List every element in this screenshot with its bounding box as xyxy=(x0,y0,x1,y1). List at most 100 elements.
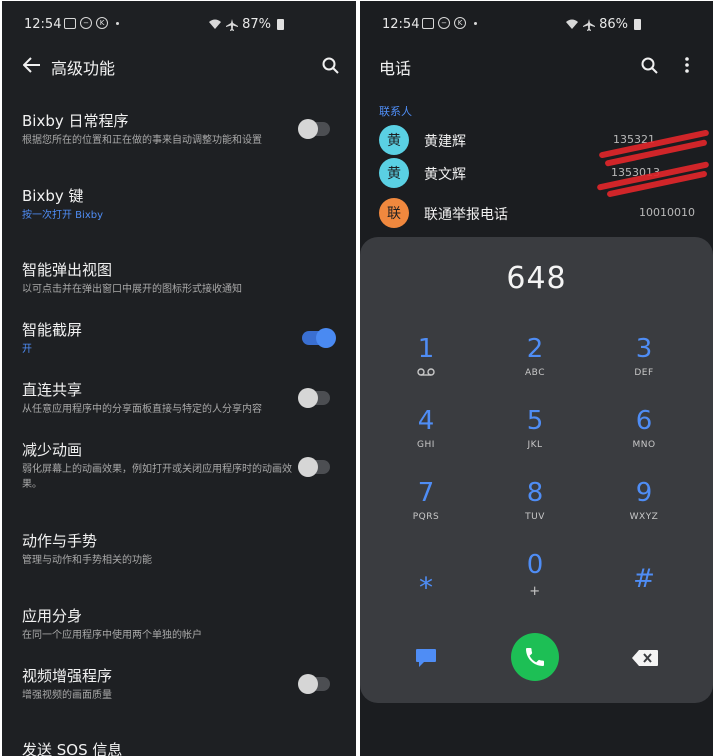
dial-key-0[interactable]: 0 + xyxy=(495,549,575,609)
search-icon[interactable] xyxy=(637,53,661,77)
phone-icon xyxy=(526,648,544,666)
smart-capture-toggle[interactable] xyxy=(302,328,336,348)
video-enhancer-toggle[interactable] xyxy=(298,674,330,694)
bixby-routines-toggle[interactable] xyxy=(298,119,330,139)
key-letters: JKL xyxy=(527,440,543,450)
key-digit: 1 xyxy=(417,334,435,364)
key-digit: 6 xyxy=(635,406,653,436)
setting-title: Bixby 日常程序 xyxy=(22,112,129,130)
contact-name: 黄文辉 xyxy=(424,167,466,183)
avatar: 黄 xyxy=(379,158,409,188)
dial-key-star[interactable]: ⁎ xyxy=(386,563,466,623)
key-letters: GHI xyxy=(417,440,435,450)
dialed-number[interactable]: 648 xyxy=(360,261,713,296)
back-arrow-icon[interactable] xyxy=(20,53,44,77)
dial-key-3[interactable]: 3 DEF xyxy=(604,333,684,393)
k-app-notification-icon: K xyxy=(96,17,108,29)
setting-direct-share[interactable]: 直连共享 从任意应用程序中的分享面板直接与特定的人分享内容 xyxy=(22,380,336,417)
setting-subtitle: 在同一个应用程序中使用两个单独的帐户 xyxy=(22,630,202,641)
contacts-section-label: 联系人 xyxy=(379,105,412,118)
search-icon[interactable] xyxy=(318,53,342,77)
setting-title: 应用分身 xyxy=(22,607,83,625)
setting-smart-pop-up-view[interactable]: 智能弹出视图 以可点击并在弹出窗口中展开的图标形式接收通知 xyxy=(22,260,336,297)
setting-motions-and-gestures[interactable]: 动作与手势 管理与动作和手势相关的功能 xyxy=(22,531,336,568)
status-bar: 12:54 − K 86% xyxy=(360,1,713,47)
dial-key-7[interactable]: 7 PQRS xyxy=(386,477,466,537)
setting-send-sos-messages[interactable]: 发送 SOS 信息 xyxy=(22,740,336,756)
gallery-notification-icon xyxy=(64,17,76,29)
direct-share-toggle[interactable] xyxy=(298,388,330,408)
status-bar: 12:54 − K 87% xyxy=(2,1,356,47)
page-title: 高级功能 xyxy=(51,59,116,78)
dial-key-hash[interactable]: # xyxy=(604,563,684,623)
setting-title: 智能弹出视图 xyxy=(22,261,113,279)
key-letters: WXYZ xyxy=(629,512,659,522)
setting-title: 发送 SOS 信息 xyxy=(22,741,123,756)
setting-subtitle: 开 xyxy=(22,344,32,355)
key-digit: 3 xyxy=(635,334,653,364)
avatar: 联 xyxy=(379,198,409,228)
key-digit: 8 xyxy=(526,478,544,508)
contact-number: 10010010 xyxy=(639,206,695,219)
dial-key-2[interactable]: 2 ABC xyxy=(495,333,575,393)
key-letters: MNO xyxy=(632,440,656,450)
k-app-notification-icon: K xyxy=(454,17,466,29)
dial-key-8[interactable]: 8 TUV xyxy=(495,477,575,537)
dial-key-1[interactable]: 1 xyxy=(386,333,466,393)
contact-item[interactable]: 联 联通举报电话 10010010 xyxy=(379,198,695,228)
dial-key-9[interactable]: 9 WXYZ xyxy=(604,477,684,537)
setting-title: Bixby 键 xyxy=(22,187,84,205)
setting-subtitle: 增强视频的画面质量 xyxy=(22,690,112,701)
wifi-icon xyxy=(566,19,579,29)
app-bar: 电话 xyxy=(360,47,713,83)
avatar: 黄 xyxy=(379,125,409,155)
setting-subtitle: 从任意应用程序中的分享面板直接与特定的人分享内容 xyxy=(22,404,262,415)
setting-smart-capture[interactable]: 智能截屏 开 xyxy=(22,320,336,357)
key-digit: 2 xyxy=(526,334,544,364)
key-digit: 7 xyxy=(417,478,435,508)
setting-title: 智能截屏 xyxy=(22,321,83,339)
call-button[interactable] xyxy=(511,633,559,681)
wifi-icon xyxy=(209,19,222,29)
contact-item[interactable]: 黄 黄建辉 135321 xyxy=(379,125,695,155)
setting-bixby-routines[interactable]: Bixby 日常程序 根据您所在的位置和正在做的事来自动调整功能和设置 xyxy=(22,111,336,148)
setting-dual-messenger[interactable]: 应用分身 在同一个应用程序中使用两个单独的帐户 xyxy=(22,606,336,643)
dial-key-6[interactable]: 6 MNO xyxy=(604,405,684,465)
key-digit: ⁎ xyxy=(419,562,433,595)
setting-video-enhancer[interactable]: 视频增强程序 增强视频的画面质量 xyxy=(22,666,336,703)
more-notifications-dot-icon xyxy=(474,21,477,25)
message-icon[interactable] xyxy=(414,647,438,669)
key-letters: + xyxy=(529,584,541,599)
voicemail-icon xyxy=(386,368,466,379)
battery-percent: 86% xyxy=(599,17,628,32)
battery-icon xyxy=(634,19,641,30)
key-letters: DEF xyxy=(634,368,654,378)
do-not-disturb-icon: − xyxy=(80,17,92,29)
more-notifications-dot-icon xyxy=(116,21,119,25)
setting-subtitle: 以可点击并在弹出窗口中展开的图标形式接收通知 xyxy=(22,284,242,295)
phone-dialer-screen: 12:54 − K 86% 电话 联系人 黄 黄建辉 135321 黄 黄文辉 … xyxy=(360,1,713,756)
advanced-features-screen: 12:54 − K 87% 高级功能 Bixby 日常程序 根据您所在的位置和正… xyxy=(2,1,356,756)
dial-key-5[interactable]: 5 JKL xyxy=(495,405,575,465)
key-digit: 9 xyxy=(635,478,653,508)
backspace-icon[interactable] xyxy=(632,649,658,667)
do-not-disturb-icon: − xyxy=(438,17,450,29)
setting-subtitle: 弱化屏幕上的动画效果，例如打开或关闭应用程序时的动画效果。 xyxy=(22,464,292,490)
setting-subtitle: 根据您所在的位置和正在做的事来自动调整功能和设置 xyxy=(22,135,262,146)
setting-reduce-animations[interactable]: 减少动画 弱化屏幕上的动画效果，例如打开或关闭应用程序时的动画效果。 xyxy=(22,440,336,492)
key-letters: ABC xyxy=(525,368,545,378)
key-letters: PQRS xyxy=(412,512,440,522)
reduce-animations-toggle[interactable] xyxy=(298,457,330,477)
key-digit: # xyxy=(633,564,655,594)
more-options-icon[interactable] xyxy=(677,53,697,77)
page-title: 电话 xyxy=(379,59,412,78)
key-digit: 5 xyxy=(526,406,544,436)
dial-key-4[interactable]: 4 GHI xyxy=(386,405,466,465)
setting-title: 视频增强程序 xyxy=(22,667,113,685)
setting-title: 减少动画 xyxy=(22,441,83,459)
setting-title: 动作与手势 xyxy=(22,532,98,550)
setting-title: 直连共享 xyxy=(22,381,83,399)
key-letters: TUV xyxy=(525,512,545,522)
battery-icon xyxy=(277,19,284,30)
setting-bixby-key[interactable]: Bixby 键 按一次打开 Bixby xyxy=(22,186,336,223)
